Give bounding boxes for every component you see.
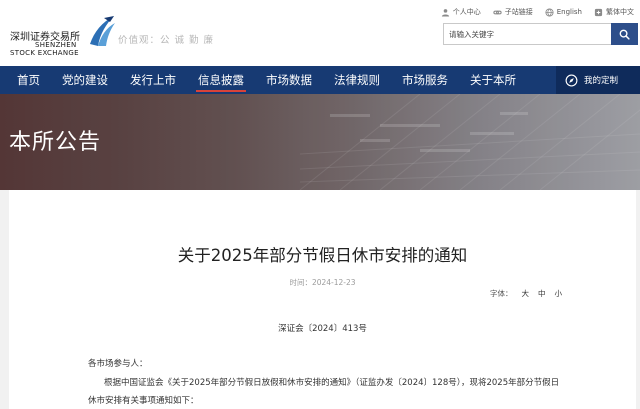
- traditional-chinese-link[interactable]: 繁体中文: [594, 7, 634, 17]
- article-card: 关于2025年部分节假日休市安排的通知 时间：2024-12-23 字体： 大 …: [9, 190, 636, 409]
- english-link[interactable]: English: [545, 7, 582, 17]
- szse-logo-mark-icon: [90, 16, 115, 46]
- nav-item-party-building[interactable]: 党的建设: [54, 66, 116, 94]
- font-size-small[interactable]: 小: [555, 288, 563, 299]
- nav-item-market-data[interactable]: 市场数据: [258, 66, 320, 94]
- search-icon: [619, 29, 630, 40]
- personal-center-label: 个人中心: [452, 8, 481, 16]
- article-paragraph: 各市场参与人：: [88, 359, 148, 369]
- nav-item-rules[interactable]: 法律规则: [326, 66, 388, 94]
- article-title: 关于2025年部分节假日休市安排的通知: [177, 246, 468, 265]
- document-number: 深证会〔2024〕413号: [278, 324, 367, 334]
- banner-title: 本所公告: [9, 130, 102, 155]
- szse-logo[interactable]: 深圳证券交易所 SHENZHEN STOCK EXCHANGE: [10, 14, 115, 58]
- nav-item-listing[interactable]: 发行上市: [122, 66, 184, 94]
- nav-item-about[interactable]: 关于本所: [462, 66, 524, 94]
- link-icon: [493, 10, 502, 14]
- page-banner: 本所公告: [0, 94, 640, 190]
- logo-english-line1: SHENZHEN: [35, 41, 77, 49]
- font-size-medium[interactable]: 中: [538, 288, 546, 299]
- my-custom-label: 我的定制: [584, 76, 619, 86]
- substation-links-label: 子站链接: [504, 8, 533, 16]
- nav-item-home[interactable]: 首页: [9, 66, 48, 94]
- substation-links-link[interactable]: 子站链接: [493, 7, 533, 17]
- header: 深圳证券交易所 SHENZHEN STOCK EXCHANGE 价值观：公 诚 …: [0, 0, 640, 66]
- article-paragraph: 根据中国证监会《关于2025年部分节假日放假和休市安排的通知》（证监办发〔202…: [104, 378, 560, 388]
- traditional-chinese-label: 繁体中文: [606, 8, 634, 16]
- font-size-control: 字体： 大 中 小: [490, 288, 562, 299]
- time-value: 2024-12-23: [311, 278, 356, 287]
- main-nav: 首页 党的建设 发行上市 信息披露 市场数据 法律规则 市场服务 关于本所 我的…: [0, 66, 640, 94]
- nav-item-market-services[interactable]: 市场服务: [394, 66, 456, 94]
- logo-english-line2: STOCK EXCHANGE: [10, 49, 79, 57]
- traditional-chinese-icon: [594, 8, 603, 16]
- personal-center-link[interactable]: 个人中心: [441, 7, 481, 17]
- english-label: English: [556, 8, 582, 16]
- article-paragraph: 休市安排有关事项通知如下：: [88, 396, 199, 406]
- values-slogan: 价值观：公 诚 勤 廉: [118, 35, 215, 46]
- search-button[interactable]: [611, 23, 638, 45]
- search-box: [443, 23, 638, 45]
- time-label: 时间：: [289, 278, 312, 287]
- font-size-large[interactable]: 大: [522, 288, 530, 299]
- globe-icon: [545, 7, 554, 17]
- top-links: 个人中心 子站链接 English 繁体中文: [441, 5, 634, 19]
- my-custom-button[interactable]: 我的定制: [556, 66, 640, 94]
- search-input[interactable]: [444, 24, 611, 44]
- article-time: 时间：2024-12-23: [9, 277, 636, 288]
- user-icon: [441, 8, 449, 17]
- nav-item-disclosure[interactable]: 信息披露: [190, 66, 252, 94]
- font-size-label: 字体：: [490, 289, 513, 298]
- compass-icon: [565, 74, 578, 86]
